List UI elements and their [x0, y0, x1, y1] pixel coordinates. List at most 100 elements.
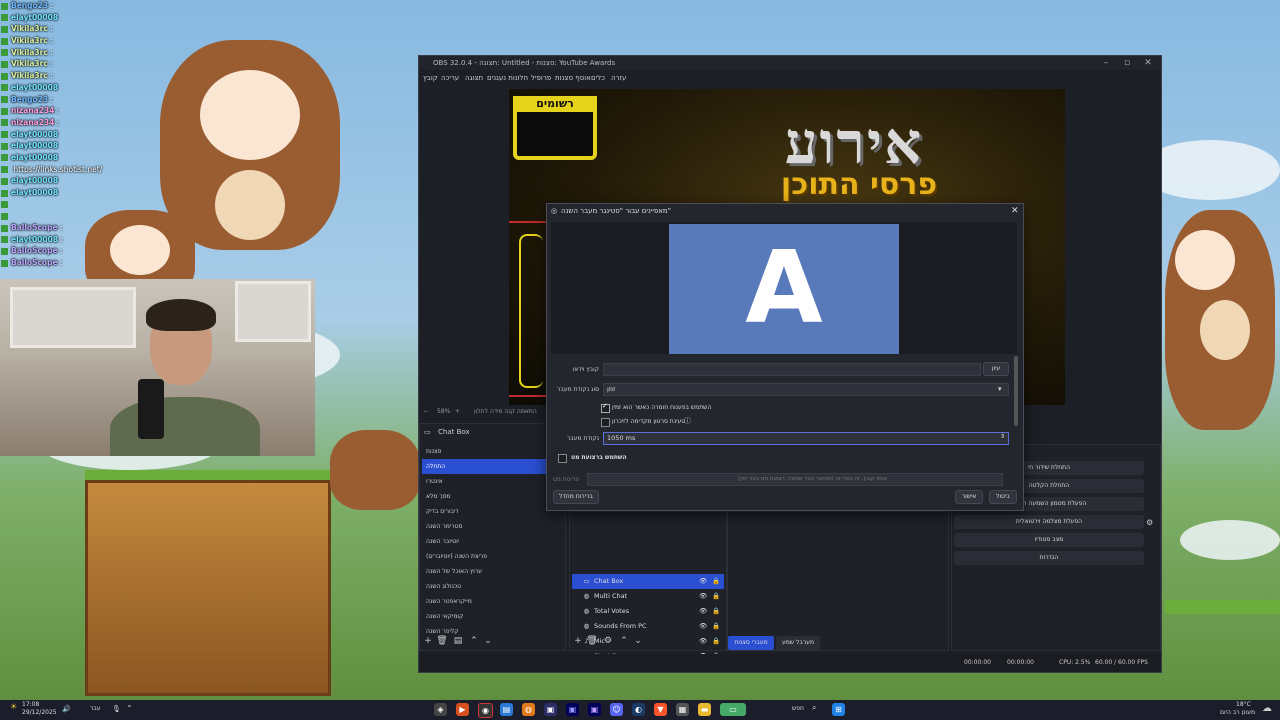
- scene-item[interactable]: פריצת השנה (יוטיוברים): [422, 549, 558, 564]
- matte-layout-select[interactable]: אותו קובץ, זה-בצד-זה (סטינגר בצד שמאל, ר…: [587, 473, 1003, 486]
- minus-icon[interactable]: −: [423, 406, 428, 418]
- minimize-icon[interactable]: –: [1095, 56, 1117, 70]
- plus-icon[interactable]: +: [455, 406, 460, 418]
- control-button[interactable]: הפעלת מצלמה וירטואלית: [954, 515, 1144, 529]
- app-icon-1[interactable]: ▶: [456, 703, 469, 716]
- discord-icon[interactable]: ☺: [610, 703, 623, 716]
- scene-item[interactable]: קומיקאי השנה: [422, 609, 558, 624]
- scenes-header[interactable]: סצנות: [422, 444, 558, 459]
- visibility-eye-icon[interactable]: 👁: [699, 619, 707, 634]
- source-row[interactable]: ▭ Chat Box 👁 🔒: [572, 574, 724, 589]
- transition-point-input[interactable]: 1050 ms ⇕: [603, 432, 1009, 445]
- chat-overlay: Bengo23 : elayt00008 Vikila3rc : Vikila3rc…: [0, 0, 310, 269]
- scene-item[interactable]: סטרימר השנה: [422, 519, 558, 534]
- scenes-dock-header: ▭ Chat Box: [420, 424, 565, 440]
- tab-audio-mixer[interactable]: מערבל שמע: [776, 636, 820, 650]
- track-matte-checkbox[interactable]: [558, 454, 567, 463]
- pr-icon[interactable]: ▣: [588, 703, 601, 716]
- lock-icon[interactable]: 🔒: [712, 604, 720, 619]
- help-icon[interactable]: ⓘ: [684, 416, 691, 426]
- add-source-icon[interactable]: +: [572, 636, 584, 646]
- menu-item[interactable]: עריכה: [441, 70, 459, 86]
- app-thumbnail-icon[interactable]: ▭: [720, 703, 746, 716]
- source-row[interactable]: ◍ Sounds From PC 👁 🔒: [572, 619, 724, 634]
- scene-item[interactable]: מסך מלא: [422, 489, 558, 504]
- tray-chevron-icon[interactable]: ⌃: [126, 704, 133, 713]
- trash-source-icon[interactable]: 🗑: [586, 636, 598, 646]
- dialog-close-icon[interactable]: ✕: [1011, 204, 1019, 218]
- menu-item[interactable]: עזרה: [611, 70, 626, 86]
- gear-icon[interactable]: ⚙: [602, 636, 614, 646]
- trash-icon[interactable]: 🗑: [436, 636, 448, 646]
- maximize-icon[interactable]: ▫: [1116, 56, 1138, 70]
- video-file-input[interactable]: [603, 363, 981, 376]
- menu-item[interactable]: אוסף סצנות: [555, 70, 591, 86]
- control-button[interactable]: מצב סטודיו: [954, 533, 1144, 547]
- visibility-eye-icon[interactable]: 👁: [699, 589, 707, 604]
- visibility-eye-icon[interactable]: 👁: [699, 604, 707, 619]
- menu-item[interactable]: תצוגה: [465, 70, 483, 86]
- obs-taskbar-icon[interactable]: ◉: [478, 703, 493, 718]
- scene-item[interactable]: ערוץ האוכל של השנה: [422, 564, 558, 579]
- clock-date[interactable]: 29/12/2025: [22, 709, 57, 716]
- chat-line: nizana234 :: [0, 105, 310, 117]
- scenes-toolbar: + 🗑 ▤ ⌃ ⌄: [420, 636, 565, 650]
- tab-scene-transitions[interactable]: מעברי סצנות: [728, 636, 774, 650]
- scale-mode[interactable]: התאמה קנה מידה לחלון: [474, 406, 537, 418]
- notes-icon[interactable]: ▤: [500, 703, 513, 716]
- source-row[interactable]: ◍ Multi Chat 👁 🔒: [572, 589, 724, 604]
- brave-icon[interactable]: ▼: [654, 703, 667, 716]
- scene-item[interactable]: טכנולוג השנה: [422, 579, 558, 594]
- store-icon[interactable]: ▦: [676, 703, 689, 716]
- lock-icon[interactable]: 🔒: [712, 589, 720, 604]
- stepper-icon[interactable]: ⇕: [1000, 431, 1005, 442]
- menu-item[interactable]: קובץ: [423, 70, 438, 86]
- lock-icon[interactable]: 🔒: [712, 619, 720, 634]
- virtual-cam-gear-icon[interactable]: ⚙: [1146, 518, 1153, 527]
- cancel-button[interactable]: ביטול: [989, 490, 1017, 504]
- control-button[interactable]: הגדרות: [954, 551, 1144, 565]
- close-icon[interactable]: ✕: [1137, 56, 1159, 70]
- menu-item[interactable]: כלים: [591, 70, 605, 86]
- browse-button[interactable]: עיון: [983, 362, 1009, 376]
- mic-icon[interactable]: 🎙: [112, 705, 121, 713]
- clock-time[interactable]: 17:08: [22, 701, 39, 708]
- source-type-icon: ◍: [583, 592, 590, 600]
- search-icon[interactable]: ⌕: [812, 703, 816, 713]
- preload-checkbox[interactable]: [601, 418, 610, 427]
- transition-point-type-select[interactable]: זמן ▾: [603, 383, 1009, 396]
- volume-icon[interactable]: 🔊: [62, 705, 71, 713]
- chat-line: BalloScope :: [0, 257, 310, 269]
- move-down-source-icon[interactable]: ⌄: [632, 636, 644, 646]
- visibility-eye-icon[interactable]: 👁: [699, 574, 707, 589]
- add-icon[interactable]: +: [422, 636, 434, 646]
- steam-icon[interactable]: ◐: [632, 703, 645, 716]
- menu-item[interactable]: חלונות נעגנים: [487, 70, 528, 86]
- scene-item[interactable]: יוטיובר השנה: [422, 534, 558, 549]
- source-row[interactable]: ◍ Total Votes 👁 🔒: [572, 604, 724, 619]
- scene-item[interactable]: התחלה: [422, 459, 558, 474]
- menu-item[interactable]: פרופיל: [531, 70, 551, 86]
- lock-icon[interactable]: 🔒: [712, 574, 720, 589]
- filter-icon[interactable]: ▤: [452, 636, 464, 646]
- hw-decode-checkbox[interactable]: [601, 402, 610, 413]
- folder-icon[interactable]: ▬: [698, 703, 711, 716]
- move-up-icon[interactable]: ⌃: [468, 636, 480, 646]
- blender-icon[interactable]: ◍: [522, 703, 535, 716]
- scene-item[interactable]: דיבורים בדיק: [422, 504, 558, 519]
- defaults-button[interactable]: ברירות מחדל: [553, 490, 599, 504]
- ae-icon[interactable]: ▣: [566, 703, 579, 716]
- search-label[interactable]: חפש: [792, 705, 804, 712]
- language-indicator[interactable]: עבר: [90, 705, 101, 712]
- taskview-icon[interactable]: ◈: [434, 703, 447, 716]
- dialog-scrollbar[interactable]: [1014, 356, 1018, 426]
- weather-icon[interactable]: ☀: [10, 702, 17, 711]
- ok-button[interactable]: אישור: [955, 490, 983, 504]
- move-down-icon[interactable]: ⌄: [482, 636, 494, 646]
- move-up-source-icon[interactable]: ⌃: [618, 636, 630, 646]
- start-icon[interactable]: ⊞: [832, 703, 845, 716]
- chat-badge-icon: [1, 212, 8, 220]
- ps-icon[interactable]: ▣: [544, 703, 557, 716]
- scene-item[interactable]: מייקראפטר השנה: [422, 594, 558, 609]
- chat-line: Vikila3rc :: [0, 70, 310, 82]
